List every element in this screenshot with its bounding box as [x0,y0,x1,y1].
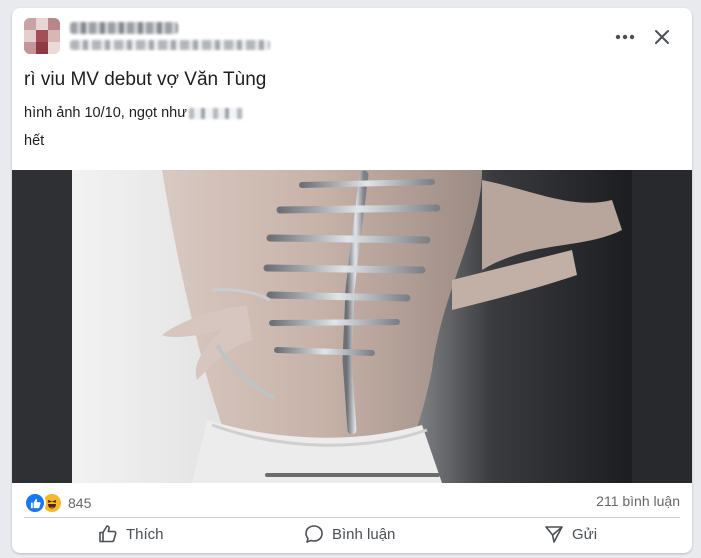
comment-button[interactable]: Bình luận [304,518,395,550]
thumbs-up-icon [99,525,117,543]
video-frame-image [12,170,692,483]
post-video[interactable] [12,170,692,483]
send-icon [545,526,563,543]
close-button[interactable] [649,24,675,50]
more-options-button[interactable] [612,24,638,50]
post-body-line-2: hết [24,133,45,149]
post-card: rì viu MV debut vợ Văn Tùng hình ảnh 10/… [12,8,692,553]
post-stats-bar: 845 211 bình luận [12,489,692,514]
author-name-redacted[interactable] [70,22,178,34]
author-avatar[interactable] [24,18,60,54]
post-body-line: hình ảnh 10/10, ngọt như [24,105,243,121]
post-actions-bar: Thích Bình luận Gửi [12,518,692,553]
comment-count-link[interactable]: 211 bình luận [596,493,680,509]
post-meta-redacted [70,40,270,50]
send-label: Gửi [572,525,598,543]
close-icon [655,30,669,44]
post-header [12,8,692,60]
reaction-count: 845 [68,495,92,511]
like-label: Thích [126,525,164,543]
like-button[interactable]: Thích [98,518,164,550]
more-horizontal-icon [615,34,635,40]
comment-label: Bình luận [332,525,396,543]
send-button[interactable]: Gửi [544,518,597,550]
redacted-text [188,107,243,119]
post-body-text: hình ảnh 10/10, ngọt như [24,105,187,121]
reactions-summary[interactable]: 845 [24,492,91,514]
video-progress-scrubber[interactable] [265,473,440,477]
comment-bubble-icon [305,525,323,543]
post-title: rì viu MV debut vợ Văn Tùng [24,69,267,90]
like-reaction-icon [24,492,46,514]
